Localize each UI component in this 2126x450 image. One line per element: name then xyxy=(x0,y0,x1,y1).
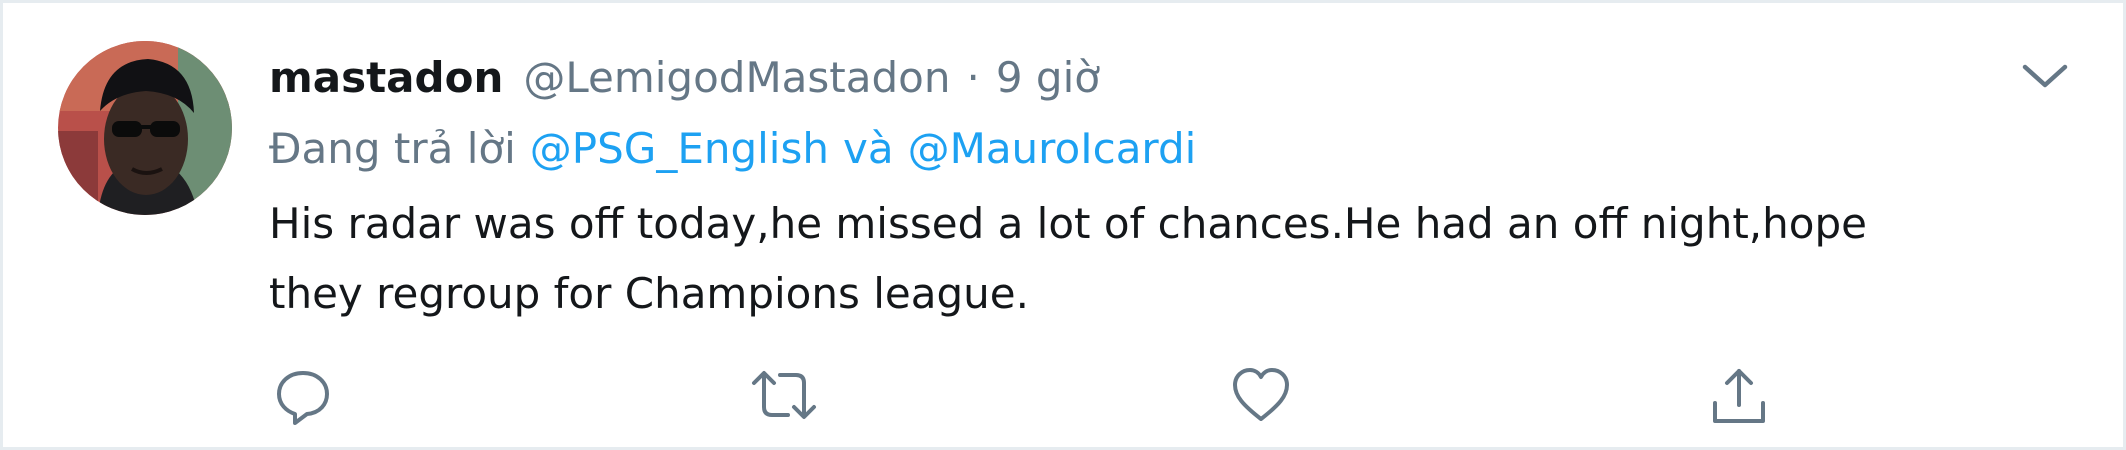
share-icon[interactable] xyxy=(1707,363,1771,427)
replying-to-label: Đang trả lời xyxy=(269,123,516,173)
tweet-text-line: His radar was off today,he missed a lot … xyxy=(269,199,1867,248)
mention-mauroicardi[interactable]: @MauroIcardi xyxy=(908,124,1197,173)
tweet-text: His radar was off today,he missed a lot … xyxy=(269,189,2049,329)
mention-psg-english[interactable]: @PSG_English xyxy=(530,124,829,173)
timestamp[interactable]: 9 giờ xyxy=(996,53,1100,102)
chevron-down-icon[interactable] xyxy=(2015,51,2075,103)
tweet-header: mastadon @LemigodMastadon · 9 giờ xyxy=(269,47,1100,107)
tweet-text-line: they regroup for Champions league. xyxy=(269,269,1029,318)
avatar[interactable] xyxy=(58,41,232,215)
heart-icon[interactable] xyxy=(1229,363,1293,427)
replying-to: Đang trả lời @PSG_English và @MauroIcard… xyxy=(269,118,1196,178)
comment-icon[interactable] xyxy=(271,363,335,427)
retweet-icon[interactable] xyxy=(748,363,820,427)
display-name[interactable]: mastadon xyxy=(269,53,503,102)
replying-to-conjunction: và xyxy=(842,123,894,173)
separator-dot: · xyxy=(966,52,980,102)
tweet-card[interactable]: mastadon @LemigodMastadon · 9 giờ Đang t… xyxy=(0,0,2126,450)
user-handle[interactable]: @LemigodMastadon xyxy=(523,53,950,102)
